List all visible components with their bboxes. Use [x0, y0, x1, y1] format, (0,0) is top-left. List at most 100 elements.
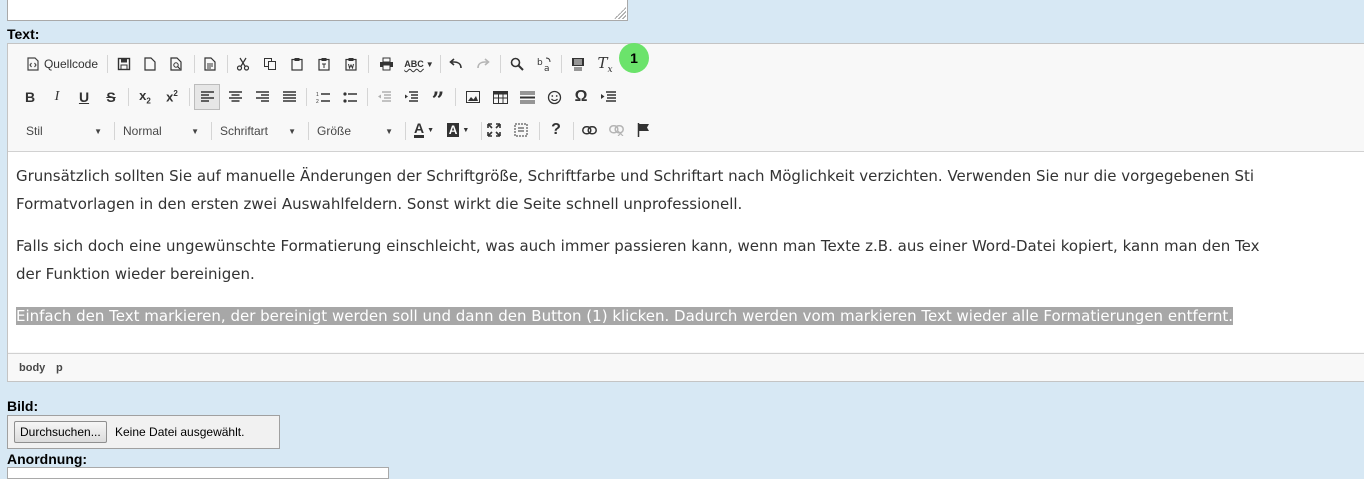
- help-button[interactable]: ?: [544, 117, 568, 143]
- paste-button[interactable]: [285, 51, 309, 77]
- remove-format-icon: Tx: [597, 53, 613, 75]
- anordnung-select[interactable]: [7, 467, 389, 479]
- editor-content[interactable]: Grunsätzlich sollten Sie auf manuelle Än…: [8, 152, 1364, 352]
- align-left-icon: [200, 91, 214, 102]
- cut-button[interactable]: [231, 51, 255, 77]
- superscript-button[interactable]: x2: [160, 84, 184, 110]
- copy-button[interactable]: [258, 51, 282, 77]
- image-icon: [466, 91, 480, 103]
- font-combo[interactable]: Schriftart ▼: [216, 120, 300, 142]
- elements-path-bar: body p: [8, 353, 1364, 381]
- remove-format-button[interactable]: Tx: [593, 51, 617, 77]
- templates-button[interactable]: [198, 51, 222, 77]
- text-field-label: Text:: [7, 26, 40, 42]
- horizontal-line-icon: [519, 91, 535, 103]
- paragraph-line: Grunsätzlich sollten Sie auf manuelle Än…: [16, 167, 1255, 185]
- outdent-icon: [378, 91, 391, 102]
- redo-button[interactable]: [471, 51, 495, 77]
- file-input[interactable]: Durchsuchen... Keine Datei ausgewählt.: [7, 415, 280, 449]
- smiley-button[interactable]: [542, 84, 566, 110]
- table-button[interactable]: [488, 84, 512, 110]
- format-combo[interactable]: Normal ▼: [119, 120, 203, 142]
- subscript-button[interactable]: x2: [133, 84, 157, 110]
- browse-button[interactable]: Durchsuchen...: [14, 421, 107, 443]
- copy-icon: [264, 58, 276, 70]
- bulleted-list-button[interactable]: [338, 84, 362, 110]
- separator: [306, 88, 307, 106]
- templates-icon: [204, 57, 216, 71]
- separator: [128, 88, 129, 106]
- source-button[interactable]: Quellcode: [22, 51, 102, 77]
- italic-button[interactable]: I: [45, 84, 69, 110]
- justify-button[interactable]: [277, 84, 301, 110]
- source-label: Quellcode: [43, 57, 99, 71]
- select-all-button[interactable]: [566, 51, 590, 77]
- justify-icon: [282, 91, 296, 102]
- smiley-icon: [547, 90, 561, 104]
- image-button[interactable]: [461, 84, 485, 110]
- show-blocks-button[interactable]: [509, 117, 533, 143]
- spellcheck-button[interactable]: ABC ▼: [403, 51, 435, 77]
- separator: [539, 122, 540, 140]
- italic-icon: I: [54, 89, 60, 104]
- paragraph-line: Falls sich doch eine ungewünschte Format…: [16, 237, 1260, 255]
- separator: [194, 55, 195, 73]
- text-color-button[interactable]: A ▼: [409, 117, 439, 143]
- align-center-button[interactable]: [223, 84, 247, 110]
- separator: [500, 55, 501, 73]
- table-icon: [492, 90, 508, 104]
- help-icon: ?: [551, 121, 561, 138]
- svg-text:a: a: [544, 64, 550, 72]
- separator: [308, 122, 309, 140]
- path-item-p[interactable]: p: [56, 362, 63, 374]
- bold-icon: B: [24, 89, 36, 105]
- preview-button[interactable]: [165, 51, 189, 77]
- separator: [455, 88, 456, 106]
- print-button[interactable]: [374, 51, 398, 77]
- anordnung-field-label: Anordnung:: [7, 451, 88, 467]
- paste-text-button[interactable]: [312, 51, 336, 77]
- previous-textarea[interactable]: [7, 0, 628, 21]
- strikethrough-button[interactable]: S: [99, 84, 123, 110]
- paragraph-line: Formatvorlagen in den ersten zwei Auswah…: [16, 195, 743, 213]
- separator: [368, 55, 369, 73]
- link-button[interactable]: [577, 117, 601, 143]
- find-button[interactable]: [505, 51, 529, 77]
- bg-color-button[interactable]: A ▼: [442, 117, 474, 143]
- special-char-button[interactable]: Ω: [569, 84, 593, 110]
- page-break-button[interactable]: [596, 84, 620, 110]
- replace-button[interactable]: ba: [532, 51, 556, 77]
- format-combo-label: Normal: [123, 124, 162, 138]
- text-color-icon: A: [413, 120, 425, 138]
- style-combo-label: Stil: [26, 124, 43, 138]
- path-item-body[interactable]: body: [19, 362, 45, 374]
- style-combo[interactable]: Stil ▼: [22, 120, 106, 142]
- separator: [367, 88, 368, 106]
- align-right-button[interactable]: [250, 84, 274, 110]
- paste-icon: [291, 58, 303, 71]
- blockquote-button[interactable]: ”: [426, 84, 450, 112]
- save-button[interactable]: [112, 51, 136, 77]
- outdent-button[interactable]: [372, 84, 396, 110]
- paragraph: Grunsätzlich sollten Sie auf manuelle Än…: [16, 162, 1364, 218]
- undo-button[interactable]: [444, 51, 468, 77]
- resize-grip-icon[interactable]: [614, 7, 626, 19]
- underline-button[interactable]: U: [72, 84, 96, 110]
- new-page-button[interactable]: [138, 51, 162, 77]
- paste-word-button[interactable]: [339, 51, 363, 77]
- bold-button[interactable]: B: [18, 84, 42, 110]
- anchor-button[interactable]: [631, 117, 655, 143]
- svg-text:1: 1: [316, 92, 319, 98]
- horizontal-line-button[interactable]: [515, 84, 539, 110]
- numbered-list-button[interactable]: 12: [311, 84, 335, 110]
- font-combo-label: Schriftart: [220, 124, 269, 138]
- align-right-icon: [255, 91, 269, 102]
- chevron-down-icon: ▼: [191, 126, 199, 136]
- indent-button[interactable]: [399, 84, 423, 110]
- search-icon: [510, 57, 524, 71]
- maximize-button[interactable]: [482, 117, 506, 143]
- size-combo[interactable]: Größe ▼: [313, 120, 397, 142]
- align-center-icon: [228, 91, 242, 102]
- unlink-button[interactable]: [604, 117, 628, 143]
- align-left-button[interactable]: [194, 84, 220, 110]
